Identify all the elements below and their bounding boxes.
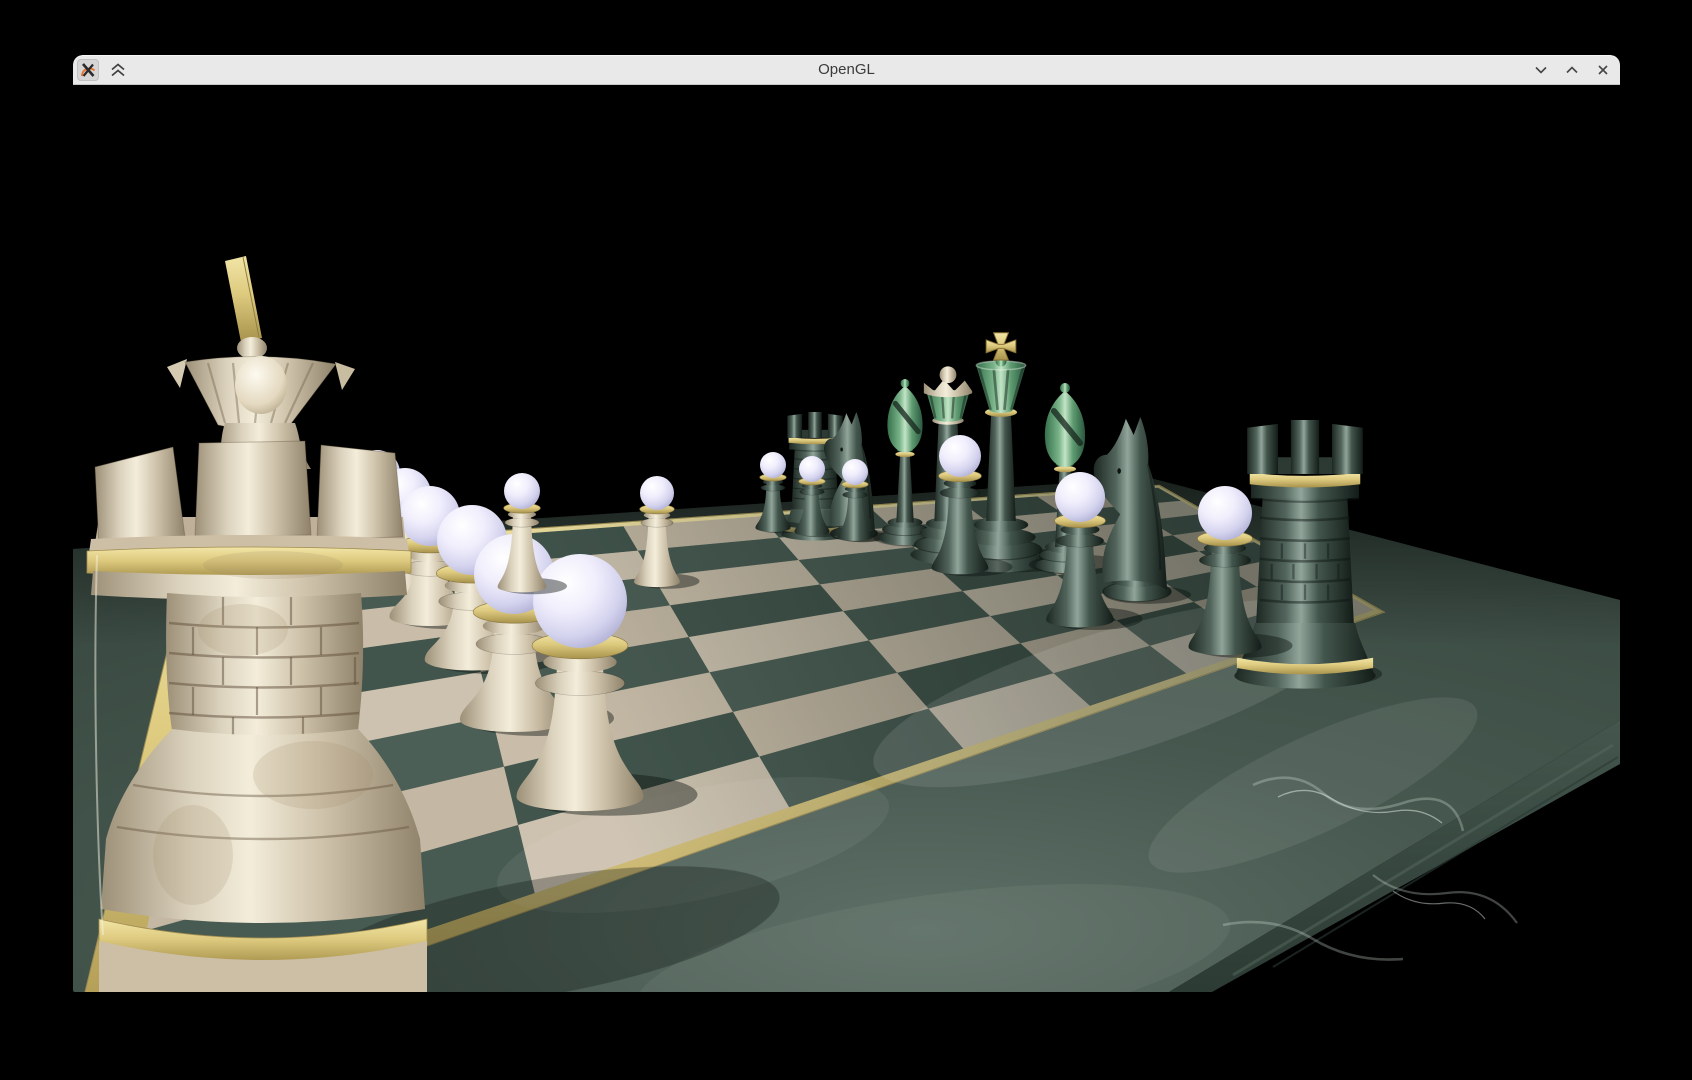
shade-button[interactable] [107,59,129,81]
minimize-button[interactable] [1534,63,1548,77]
desktop: OpenGL [0,0,1692,1080]
title-bar[interactable]: OpenGL [73,55,1620,85]
double-chevron-up-icon [110,63,126,77]
gl-render-chess-scene [73,85,1620,992]
gl-viewport[interactable] [73,85,1620,992]
close-icon [1596,63,1610,77]
maximize-button[interactable] [1565,63,1579,77]
window-title: OpenGL [73,55,1620,84]
app-window: OpenGL [73,55,1620,992]
window-menu-button[interactable] [77,59,99,81]
xorg-logo-icon [79,61,97,79]
chevron-up-icon [1565,63,1579,77]
close-button[interactable] [1596,63,1610,77]
chevron-down-icon [1534,63,1548,77]
